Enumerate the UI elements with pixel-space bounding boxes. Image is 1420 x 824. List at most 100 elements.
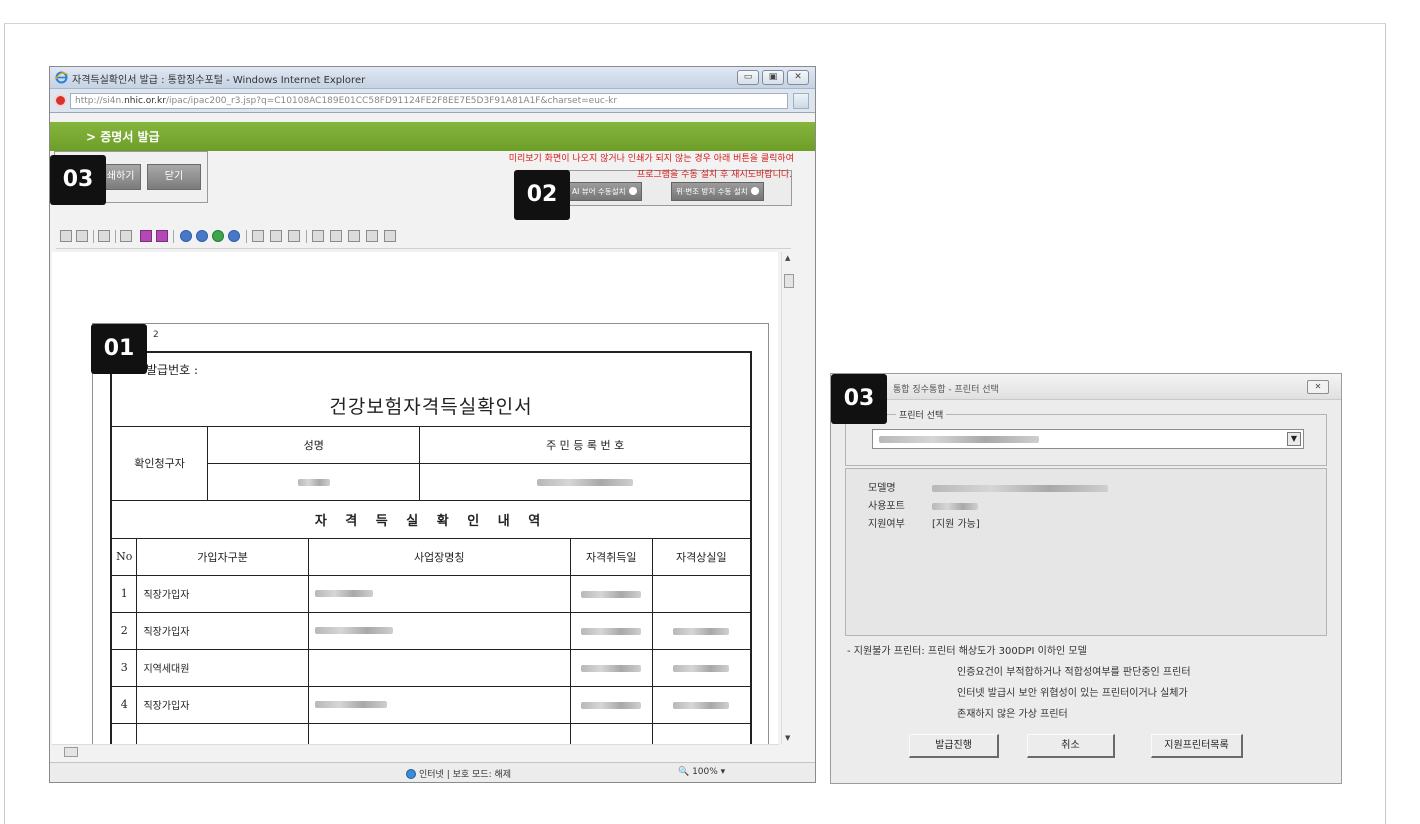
compat-view-icon[interactable] [793,93,809,109]
document-title: 건강보험자격득실확인서 [110,386,752,427]
chevron-down-icon[interactable]: ▼ [1287,432,1301,446]
row-no: 4 [110,685,138,724]
proceed-button[interactable]: 발급진행 [909,734,999,758]
zoom-icon[interactable] [98,230,110,242]
page-header-bar: > 증명서 발급 [50,122,815,151]
anti-forgery-install-button[interactable]: 위·변조 방지 수동 설치 [671,182,764,201]
row-type: 직장가입자 [136,611,309,650]
table-row: 2 직장가입자 [110,611,752,650]
name-value [207,462,421,501]
step-badge-printer: 03 [831,374,887,424]
toolbar-separator [173,230,174,243]
table-row: 3 지역세대원 [110,648,752,687]
thumbnail-icon[interactable] [366,230,378,242]
toolbar-separator [93,230,94,243]
dialog-close-button[interactable]: ✕ [1307,380,1329,394]
row-no [110,722,138,744]
info-icon[interactable] [384,230,396,242]
scroll-down-icon[interactable]: ▼ [785,734,790,742]
scroll-thumb[interactable] [784,274,794,288]
zoom-in-icon[interactable] [140,230,152,242]
row-no: 3 [110,648,138,687]
two-page-icon[interactable] [330,230,342,242]
dialog-titlebar: 통합 징수통합 - 프린터 선택 ✕ [831,374,1341,400]
row-type [136,722,309,744]
certificate-table: 발급번호 : 건강보험자격득실확인서 확인청구자 성명 주 민 등 록 번 호 … [110,351,752,744]
row-acquired [569,611,653,650]
port-row: 사용포트 [868,497,978,512]
model-label: 모델명 [868,483,896,494]
ie-logo-icon [55,71,68,84]
dialog-title: 통합 징수통합 - 프린터 선택 [893,385,999,395]
document-page: 2 발급번호 : 건강보험자격득실확인서 확인청구자 성명 주 민 등 록 번 … [92,323,769,744]
note-line: 존재하지 않은 가상 프린터 [957,709,1068,720]
row-acquired [569,722,653,744]
arrow-circle-icon [628,187,637,195]
issue-number-label: 발급번호 : [110,351,752,386]
unsupported-notes: - 지원불가 프린터: 프린터 해상도가 300DPI 이하인 모델 인증요건이… [847,641,1191,725]
step-badge-install: 02 [514,170,570,220]
row-lost [651,611,752,650]
support-label: 지원여부 [868,519,905,530]
print-icon[interactable] [76,230,88,242]
note-line: - 지원불가 프린터: 프린터 해상도가 300DPI 이하인 모델 [847,646,1087,657]
maximize-button[interactable]: ▣ [762,70,784,85]
last-page-icon[interactable] [228,230,240,242]
fit-width-icon[interactable] [270,230,282,242]
toolbar-separator [306,230,307,243]
four-page-icon[interactable] [348,230,360,242]
row-workplace [307,648,571,687]
zoom-level[interactable]: 🔍 100% ▾ [678,767,725,777]
toolbar-separator [115,230,116,243]
confirm-requester-label: 확인청구자 [110,425,209,501]
actual-size-icon[interactable] [288,230,300,242]
document-viewer: 2 발급번호 : 건강보험자격득실확인서 확인청구자 성명 주 민 등 록 번 … [52,252,778,744]
row-lost [651,722,752,744]
ie-titlebar: 자격득실확인서 발급 : 통합징수포털 - Windows Internet E… [50,67,815,89]
save-icon[interactable] [60,230,72,242]
row-type: 지역세대원 [136,648,309,687]
ie-window: 자격득실확인서 발급 : 통합징수포털 - Windows Internet E… [49,66,816,783]
anti-forgery-install-label: 위·변조 방지 수동 설치 [676,187,748,196]
printer-select-dialog: 통합 징수통합 - 프린터 선택 ✕ 프린터 선택 ▼ 모델명 사용포트 지원여… [830,373,1342,784]
row-lost [651,574,752,613]
history-section-title: 자 격 득 실 확 인 내 역 [110,499,752,539]
scroll-up-icon[interactable]: ▲ [785,254,790,262]
table-row: 4 직장가입자 [110,685,752,724]
zoom-out-icon[interactable] [156,230,168,242]
next-page-icon[interactable] [212,230,224,242]
row-acquired [569,574,653,613]
prev-page-icon[interactable] [196,230,208,242]
printer-dropdown[interactable]: ▼ [872,429,1304,449]
security-zone: 인터넷 | 보호 모드: 해제 [406,767,511,780]
text-select-icon[interactable] [120,230,132,242]
cancel-button[interactable]: 취소 [1027,734,1115,758]
support-value: [지원 가능] [932,519,980,530]
note-line: 인터넷 발급시 보안 위협성이 있는 프린터이거나 실체가 [957,688,1188,699]
row-type: 직장가입자 [136,685,309,724]
header-no: No [110,537,138,576]
header-acquired-date: 자격취득일 [569,537,653,576]
ie-window-title: 자격득실확인서 발급 : 통합징수포털 - Windows Internet E… [72,75,366,86]
close-window-button[interactable]: ✕ [787,70,809,85]
fit-page-icon[interactable] [252,230,264,242]
status-bar: 인터넷 | 보호 모드: 해제 🔍 100% ▾ [50,762,815,782]
row-no: 1 [110,574,138,613]
table-row [110,722,752,744]
minimize-button[interactable]: ▭ [737,70,759,85]
model-row: 모델명 [868,479,1108,494]
supported-printer-list-button[interactable]: 지원프린터목록 [1151,734,1243,758]
header-member-type: 가입자구분 [136,537,309,576]
scroll-thumb[interactable] [64,747,78,757]
header-workplace: 사업장명칭 [307,537,571,576]
vertical-scrollbar[interactable]: ▲ ▼ [781,252,795,744]
url-field[interactable]: http://si4n.nhic.or.kr/ipac/ipac200_r3.j… [70,93,788,109]
ai-viewer-install-button[interactable]: AI 뷰어 수동설치 [567,182,642,201]
close-button[interactable]: 닫기 [147,164,201,190]
printer-select-legend: 프린터 선택 [896,408,947,421]
horizontal-scrollbar[interactable] [52,744,779,758]
resident-number-value [419,462,752,501]
row-workplace [307,611,571,650]
single-page-icon[interactable] [312,230,324,242]
first-page-icon[interactable] [180,230,192,242]
